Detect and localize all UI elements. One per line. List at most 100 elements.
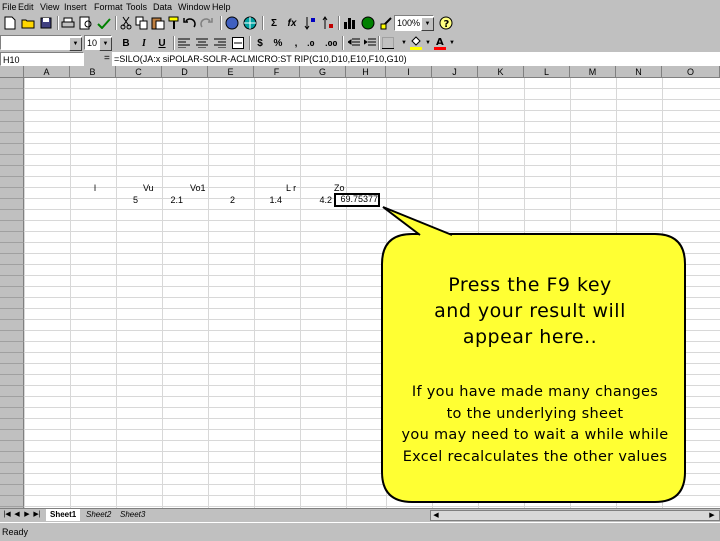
comma-button[interactable]: , bbox=[288, 35, 304, 51]
chevron-down-icon[interactable]: ▼ bbox=[444, 35, 460, 51]
prev-sheet-icon[interactable]: ◀ bbox=[12, 510, 22, 520]
chevron-down-icon[interactable]: ▼ bbox=[421, 17, 434, 31]
borders-icon[interactable] bbox=[380, 35, 396, 51]
row-header[interactable] bbox=[0, 386, 24, 397]
new-file-icon[interactable] bbox=[2, 15, 18, 31]
row-header[interactable] bbox=[0, 397, 24, 408]
row-header[interactable] bbox=[0, 210, 24, 221]
row-header[interactable] bbox=[0, 375, 24, 386]
column-header[interactable]: D bbox=[162, 66, 208, 78]
row-header[interactable] bbox=[0, 243, 24, 254]
row-header[interactable] bbox=[0, 254, 24, 265]
chart-wizard-icon[interactable] bbox=[342, 15, 358, 31]
column-header[interactable]: K bbox=[478, 66, 524, 78]
column-header[interactable]: J bbox=[432, 66, 478, 78]
office-assistant-icon[interactable]: ? bbox=[438, 15, 454, 31]
spelling-icon[interactable] bbox=[96, 15, 112, 31]
align-center-icon[interactable] bbox=[194, 35, 210, 51]
row-header[interactable] bbox=[0, 408, 24, 419]
print-icon[interactable] bbox=[60, 15, 76, 31]
row-header[interactable] bbox=[0, 232, 24, 243]
autosum-button[interactable]: Σ bbox=[266, 15, 282, 31]
row-header[interactable] bbox=[0, 199, 24, 210]
save-disk-icon[interactable] bbox=[38, 15, 54, 31]
column-header[interactable]: N bbox=[616, 66, 662, 78]
column-header[interactable]: M bbox=[570, 66, 616, 78]
column-header[interactable]: F bbox=[254, 66, 300, 78]
row-header[interactable] bbox=[0, 78, 24, 89]
row-header[interactable] bbox=[0, 188, 24, 199]
currency-button[interactable]: $ bbox=[252, 35, 268, 51]
italic-button[interactable]: I bbox=[136, 35, 152, 51]
row-header[interactable] bbox=[0, 441, 24, 452]
decrease-indent-icon[interactable] bbox=[346, 35, 362, 51]
menu-file[interactable]: File bbox=[2, 0, 17, 14]
align-right-icon[interactable] bbox=[212, 35, 228, 51]
column-header[interactable]: C bbox=[116, 66, 162, 78]
first-sheet-icon[interactable]: |◀ bbox=[2, 510, 12, 520]
row-header[interactable] bbox=[0, 177, 24, 188]
increase-decimal-icon[interactable]: .0 bbox=[306, 35, 322, 51]
cell-header-l[interactable]: l bbox=[94, 183, 96, 194]
bold-button[interactable]: B bbox=[118, 35, 134, 51]
web-toolbar-icon[interactable] bbox=[242, 15, 258, 31]
column-header[interactable]: B bbox=[70, 66, 116, 78]
font-size-box[interactable]: 10 ▼ bbox=[84, 35, 112, 51]
increase-indent-icon[interactable] bbox=[362, 35, 378, 51]
sort-ascending-icon[interactable] bbox=[302, 15, 318, 31]
menu-insert[interactable]: Insert bbox=[64, 0, 87, 14]
column-header[interactable]: L bbox=[524, 66, 570, 78]
row-header[interactable] bbox=[0, 463, 24, 474]
row-header[interactable] bbox=[0, 144, 24, 155]
percent-button[interactable]: % bbox=[270, 35, 286, 51]
formula-input[interactable]: =SILO(JA:x siPOLAR-SOLR-ACLMICRO:ST RIP(… bbox=[112, 52, 720, 66]
menu-help[interactable]: Help bbox=[212, 0, 231, 14]
row-header[interactable] bbox=[0, 100, 24, 111]
horizontal-scrollbar[interactable]: ◀ ▶ bbox=[430, 510, 720, 521]
sheet-tab-3[interactable]: Sheet3 bbox=[120, 509, 145, 521]
row-header[interactable] bbox=[0, 364, 24, 375]
format-painter-icon[interactable] bbox=[166, 15, 182, 31]
row-header[interactable] bbox=[0, 452, 24, 463]
menu-format[interactable]: Format bbox=[94, 0, 123, 14]
column-header[interactable]: O bbox=[662, 66, 720, 78]
drawing-icon[interactable] bbox=[378, 15, 394, 31]
cell-value[interactable]: 1.4 bbox=[244, 195, 282, 206]
undo-icon[interactable] bbox=[182, 15, 198, 31]
column-header[interactable]: G bbox=[300, 66, 346, 78]
align-left-icon[interactable] bbox=[176, 35, 192, 51]
select-all-corner[interactable] bbox=[0, 66, 24, 78]
row-header[interactable] bbox=[0, 221, 24, 232]
row-header[interactable] bbox=[0, 155, 24, 166]
row-header[interactable] bbox=[0, 485, 24, 496]
sort-descending-icon[interactable] bbox=[320, 15, 336, 31]
menu-data[interactable]: Data bbox=[153, 0, 172, 14]
row-header[interactable] bbox=[0, 133, 24, 144]
row-header[interactable] bbox=[0, 353, 24, 364]
cut-icon[interactable] bbox=[118, 15, 134, 31]
cell-header-vu[interactable]: Vu bbox=[143, 183, 154, 194]
open-folder-icon[interactable] bbox=[20, 15, 36, 31]
menu-tools[interactable]: Tools bbox=[126, 0, 147, 14]
scroll-right-icon[interactable]: ▶ bbox=[707, 511, 717, 521]
column-header[interactable]: E bbox=[208, 66, 254, 78]
last-sheet-icon[interactable]: ▶| bbox=[32, 510, 42, 520]
sheet-tab-2[interactable]: Sheet2 bbox=[86, 509, 111, 521]
cell-value[interactable]: 2 bbox=[197, 195, 235, 206]
row-header[interactable] bbox=[0, 122, 24, 133]
row-header[interactable] bbox=[0, 320, 24, 331]
column-header[interactable]: H bbox=[346, 66, 386, 78]
copy-icon[interactable] bbox=[134, 15, 150, 31]
row-header[interactable] bbox=[0, 331, 24, 342]
menu-window[interactable]: Window bbox=[178, 0, 210, 14]
row-header[interactable] bbox=[0, 430, 24, 441]
paste-function-button[interactable]: fx bbox=[284, 15, 300, 31]
row-header[interactable] bbox=[0, 89, 24, 100]
insert-hyperlink-icon[interactable] bbox=[224, 15, 240, 31]
row-header[interactable] bbox=[0, 342, 24, 353]
menu-view[interactable]: View bbox=[40, 0, 59, 14]
zoom-box[interactable]: 100% ▼ bbox=[394, 15, 434, 31]
font-name-box[interactable]: ▼ bbox=[0, 35, 82, 51]
merge-center-icon[interactable] bbox=[230, 35, 246, 51]
row-header[interactable] bbox=[0, 111, 24, 122]
